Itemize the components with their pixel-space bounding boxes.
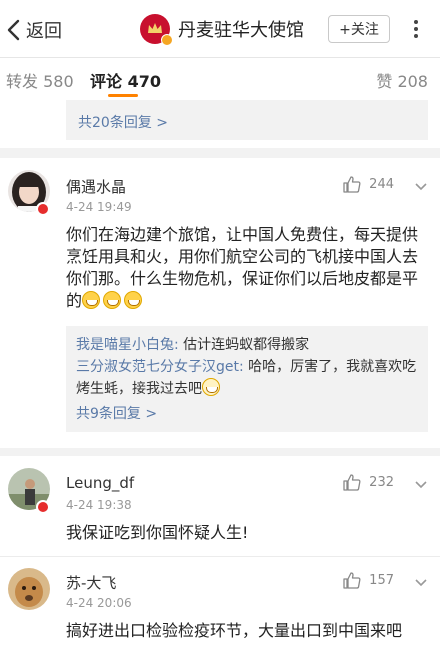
like-button[interactable]: 157 (343, 572, 394, 589)
verified-badge-icon (161, 34, 173, 46)
chevron-down-icon[interactable] (414, 576, 428, 590)
view-replies-link[interactable]: 共9条回复 > (76, 404, 418, 424)
user-photo (8, 568, 50, 610)
section-divider (0, 148, 440, 158)
grin-emoji-icon (103, 291, 122, 309)
thumbs-up-icon (343, 176, 361, 193)
chevron-down-icon[interactable] (414, 180, 428, 194)
comment-item: 偶遇水晶 4-24 19:49 244 你们在海边建个旅馆，让中国人免费住，每天… (0, 158, 440, 458)
follow-button[interactable]: +关注 (328, 15, 390, 43)
comment-time: 4-24 19:38 (66, 498, 132, 512)
like-count: 244 (369, 177, 394, 192)
account-name: 丹麦驻华大使馆 (178, 20, 304, 41)
comment-item: Leung_df 4-24 19:38 232 我保证吃到你国怀疑人生! (0, 456, 440, 556)
tab-like[interactable]: 赞 208 (376, 68, 428, 92)
comment-text: 你们在海边建个旅馆，让中国人免费住，每天提供烹饪用具和火，用你们航空公司的飞机接… (66, 225, 419, 310)
user-badge-icon (36, 500, 50, 514)
like-count: 232 (369, 475, 394, 490)
grin-emoji-icon (124, 291, 143, 309)
thumbs-up-icon (343, 474, 361, 491)
thumbs-up-icon (343, 572, 361, 589)
laugh-emoji-icon (202, 378, 220, 396)
account-avatar (140, 14, 173, 46)
like-count: 157 (369, 573, 394, 588)
comment-text: 我保证吃到你国怀疑人生! (66, 523, 249, 542)
view-replies-link[interactable]: 共20条回复 > (78, 112, 168, 132)
previous-comment-replies: 共20条回复 > (66, 100, 428, 140)
top-bar: 返回 丹麦驻华大使馆 +关注 (0, 0, 440, 58)
user-badge-icon (36, 202, 50, 216)
avatar[interactable] (8, 568, 50, 610)
tab-repost[interactable]: 转发 580 (6, 68, 74, 92)
chevron-left-icon (7, 19, 20, 41)
reply-author[interactable]: 三分淑女范七分女子汉get: (76, 359, 244, 375)
active-tab-indicator (108, 94, 138, 97)
more-options-icon[interactable] (404, 18, 428, 40)
back-button[interactable]: 返回 (6, 16, 62, 44)
reply-item: 三分淑女范七分女子汉get: 哈哈，厉害了，我就喜欢吃烤生蚝，接我过去吧 (76, 356, 418, 400)
comment-time: 4-24 19:49 (66, 200, 132, 214)
comment-author[interactable]: Leung_df (66, 474, 134, 492)
like-button[interactable]: 244 (343, 176, 394, 193)
reply-item: 我是喵星小白兔: 估计连蚂蚁都得搬家 (76, 334, 418, 356)
comment-time: 4-24 20:06 (66, 596, 132, 610)
section-divider (0, 448, 440, 456)
grin-emoji-icon (82, 291, 101, 309)
crown-icon (148, 23, 162, 33)
back-label: 返回 (26, 21, 62, 42)
reply-text: 估计连蚂蚁都得搬家 (178, 337, 310, 353)
tab-comment[interactable]: 评论 470 (90, 68, 161, 92)
like-button[interactable]: 232 (343, 474, 394, 491)
comment-author[interactable]: 苏-大飞 (66, 572, 116, 593)
comment-author[interactable]: 偶遇水晶 (66, 176, 126, 197)
grin-emoji-group (82, 291, 145, 310)
account-title[interactable]: 丹麦驻华大使馆 (140, 14, 304, 46)
chevron-down-icon[interactable] (414, 478, 428, 492)
tab-bar: 转发 580 评论 470 赞 208 (0, 58, 440, 98)
comment-text: 搞好进出口检验检疫环节，大量出口到中国来吧 (66, 621, 403, 640)
comment-item: 苏-大飞 4-24 20:06 157 搞好进出口检验检疫环节，大量出口到中国来… (0, 560, 440, 660)
reply-author[interactable]: 我是喵星小白兔: (76, 337, 179, 353)
divider (0, 556, 440, 557)
reply-preview[interactable]: 我是喵星小白兔: 估计连蚂蚁都得搬家 三分淑女范七分女子汉get: 哈哈，厉害了… (66, 326, 428, 432)
